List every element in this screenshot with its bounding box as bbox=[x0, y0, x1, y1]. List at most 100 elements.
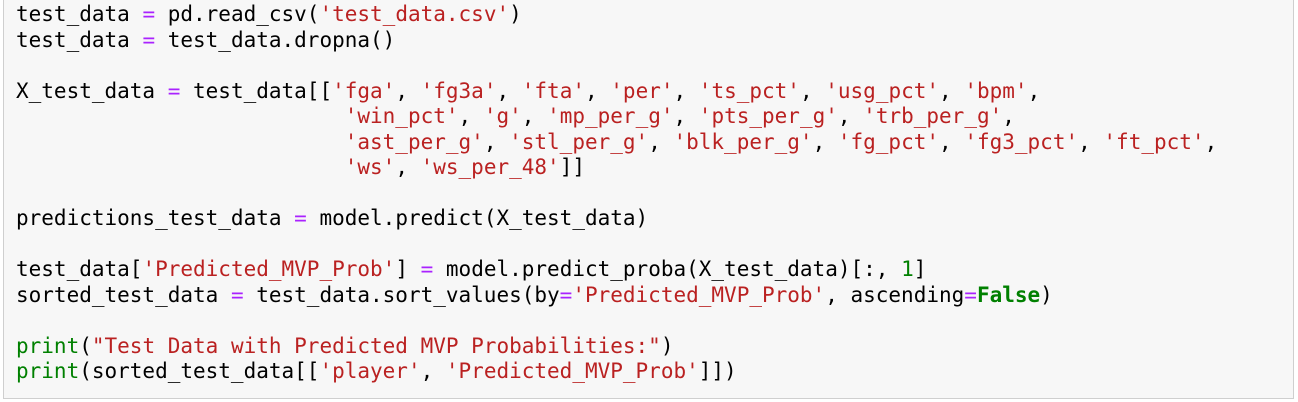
code-editor[interactable]: test_data = pd.read_csv('test_data.csv')… bbox=[16, 2, 1217, 385]
code-token: , bbox=[673, 104, 699, 128]
code-token: 'per' bbox=[610, 78, 674, 103]
code-token: X_test_data bbox=[16, 78, 168, 103]
code-token: 'ast_per_g' bbox=[344, 129, 484, 154]
code-token: 'trb_per_g' bbox=[863, 104, 1003, 128]
code-token: , bbox=[1078, 129, 1104, 154]
code-token: pd.read_csv( bbox=[155, 2, 320, 26]
code-token: , bbox=[1204, 129, 1218, 154]
code-token: test_data.dropna() bbox=[155, 27, 396, 52]
code-token: = bbox=[420, 257, 434, 281]
code-token: ]]) bbox=[698, 359, 737, 383]
code-token: 'blk_per_g' bbox=[673, 129, 813, 154]
code-token: test_data bbox=[16, 27, 143, 52]
code-token: "Test Data with Predicted MVP Probabilit… bbox=[91, 333, 661, 358]
code-token: , ascending bbox=[825, 282, 965, 307]
code-token: 'fga' bbox=[332, 78, 396, 103]
code-token: 'fta' bbox=[521, 78, 585, 103]
code-token: 'win_pct' bbox=[344, 104, 459, 128]
code-token: 'g' bbox=[483, 104, 522, 128]
code-token: 'fg3a' bbox=[420, 78, 497, 103]
code-line: test_data['Predicted_MVP_Prob'] = model.… bbox=[16, 257, 1217, 283]
code-line: 'ws', 'ws_per_48']] bbox=[16, 155, 1217, 181]
code-token: 'stl_per_g' bbox=[509, 129, 649, 154]
code-token: ] bbox=[395, 257, 421, 281]
code-token: False bbox=[976, 282, 1041, 307]
code-line: test_data = test_data.dropna() bbox=[16, 28, 1217, 54]
code-token: test_data bbox=[16, 2, 143, 26]
code-token: = bbox=[230, 282, 244, 307]
code-line: test_data = pd.read_csv('test_data.csv') bbox=[16, 2, 1217, 28]
code-token: 'fg3_pct' bbox=[964, 129, 1079, 154]
code-token: , bbox=[939, 129, 965, 154]
code-token: 'test_data.csv' bbox=[319, 2, 510, 26]
code-token: , bbox=[1002, 104, 1015, 128]
code-token: test_data[[ bbox=[180, 78, 333, 103]
code-token: = bbox=[142, 2, 156, 26]
code-token: , bbox=[673, 78, 699, 103]
code-token: , bbox=[1027, 78, 1041, 103]
code-token: , bbox=[458, 104, 484, 128]
code-token: print bbox=[16, 359, 80, 383]
code-token: , bbox=[496, 78, 522, 103]
code-token: print bbox=[16, 333, 80, 358]
code-token: ) bbox=[660, 333, 674, 358]
code-token: sorted_test_data bbox=[16, 282, 231, 307]
code-token: , bbox=[939, 78, 965, 103]
code-token: 'player' bbox=[319, 359, 421, 383]
code-token: 'ft_pct' bbox=[1103, 129, 1205, 154]
code-line: 'win_pct', 'g', 'mp_per_g', 'pts_per_g',… bbox=[16, 104, 1217, 130]
code-token: model.predict(X_test_data) bbox=[306, 206, 649, 230]
code-token: , bbox=[648, 129, 674, 154]
code-token: ( bbox=[79, 333, 92, 358]
code-token: , bbox=[483, 129, 510, 154]
code-token: 'ws' bbox=[344, 155, 396, 179]
code-token: , bbox=[420, 359, 446, 383]
code-token: , bbox=[521, 104, 548, 128]
code-token: , bbox=[395, 78, 421, 103]
code-token: , bbox=[799, 78, 826, 103]
code-token: = bbox=[294, 206, 307, 230]
code-token: test_data[ bbox=[16, 257, 143, 281]
code-token: = bbox=[559, 282, 573, 307]
code-token: 'pts_per_g' bbox=[698, 104, 838, 128]
code-token: ] bbox=[913, 257, 927, 281]
code-line: sorted_test_data = test_data.sort_values… bbox=[16, 283, 1217, 309]
code-token: 'Predicted_MVP_Prob' bbox=[142, 257, 396, 281]
code-token: predictions_test_data bbox=[16, 206, 295, 230]
code-token: , bbox=[395, 155, 421, 179]
code-token: model.predict_proba(X_test_data)[:, bbox=[433, 257, 902, 281]
code-token: 'mp_per_g' bbox=[547, 104, 674, 128]
code-cell[interactable]: test_data = pd.read_csv('test_data.csv')… bbox=[3, 0, 1294, 399]
code-token: 'ws_per_48' bbox=[420, 155, 560, 179]
code-token: (sorted_test_data[[ bbox=[79, 359, 320, 383]
code-token: 'Predicted_MVP_Prob' bbox=[445, 359, 699, 383]
code-token: , bbox=[837, 104, 864, 128]
code-token: 'usg_pct' bbox=[825, 78, 940, 103]
code-token: test_data.sort_values(by bbox=[243, 282, 560, 307]
code-token: 'fg_pct' bbox=[837, 129, 940, 154]
code-line: print(sorted_test_data[['player', 'Predi… bbox=[16, 359, 1217, 385]
code-token: 'Predicted_MVP_Prob' bbox=[572, 282, 826, 307]
code-token: 'bpm' bbox=[964, 78, 1028, 103]
code-token: ) bbox=[1040, 282, 1053, 307]
code-token: ) bbox=[509, 2, 522, 26]
code-line: X_test_data = test_data[['fga', 'fg3a', … bbox=[16, 79, 1217, 105]
code-token: , bbox=[812, 129, 838, 154]
code-line: predictions_test_data = model.predict(X_… bbox=[16, 206, 1217, 232]
code-line: 'ast_per_g', 'stl_per_g', 'blk_per_g', '… bbox=[16, 130, 1217, 156]
code-token: = bbox=[142, 27, 156, 52]
code-token: = bbox=[964, 282, 977, 307]
code-token: ]] bbox=[559, 155, 585, 179]
code-token: 1 bbox=[901, 257, 914, 281]
code-line: print("Test Data with Predicted MVP Prob… bbox=[16, 334, 1217, 360]
code-token: = bbox=[167, 78, 181, 103]
code-token: , bbox=[584, 78, 611, 103]
code-token: 'ts_pct' bbox=[698, 78, 800, 103]
